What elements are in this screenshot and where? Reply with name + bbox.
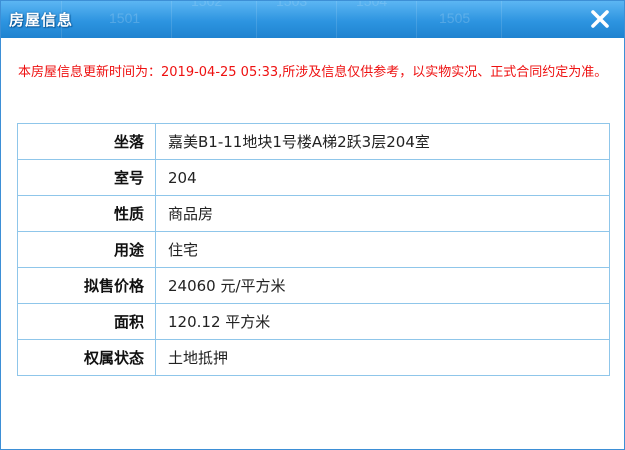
background-grid-line [171, 1, 172, 38]
row-label-price: 拟售价格 [17, 267, 156, 304]
row-label-ownership-status: 权属状态 [17, 339, 156, 376]
update-notice: 本房屋信息更新时间为：2019-04-25 05:33,所涉及信息仅供参考，以实… [18, 65, 608, 80]
dialog-title-bar: 1501 1502 1503 1504 1505 房屋信息 [1, 1, 624, 38]
background-grid-line [336, 1, 337, 38]
row-label-area: 面积 [17, 303, 156, 340]
property-info-dialog: 1501 1502 1503 1504 1505 房屋信息 本房屋信息更新时间为… [0, 0, 625, 450]
background-unit-number: 1501 [109, 10, 141, 26]
row-label-property-type: 性质 [17, 195, 156, 232]
background-unit-number: 1502 [191, 1, 223, 9]
background-grid-line [501, 1, 502, 38]
row-value-usage: 住宅 [155, 231, 610, 268]
table-row: 坐落 嘉美B1-11地块1号楼A梯2跃3层204室 [17, 123, 610, 160]
table-row: 室号 204 [17, 159, 610, 196]
row-value-room-number: 204 [155, 159, 610, 196]
row-label-room-number: 室号 [17, 159, 156, 196]
row-label-usage: 用途 [17, 231, 156, 268]
background-unit-grid: 1501 1502 1503 1504 1505 [1, 1, 624, 38]
background-unit-number: 1504 [356, 1, 388, 9]
table-row: 性质 商品房 [17, 195, 610, 232]
row-value-property-type: 商品房 [155, 195, 610, 232]
close-icon [591, 10, 609, 28]
table-row: 面积 120.12 平方米 [17, 303, 610, 340]
property-info-table: 坐落 嘉美B1-11地块1号楼A梯2跃3层204室 室号 204 性质 商品房 … [17, 123, 610, 376]
background-unit-number: 1505 [439, 10, 471, 26]
row-value-price: 24060 元/平方米 [155, 267, 610, 304]
background-grid-line [416, 1, 417, 38]
row-value-area: 120.12 平方米 [155, 303, 610, 340]
row-label-location: 坐落 [17, 123, 156, 160]
row-value-ownership-status: 土地抵押 [155, 339, 610, 376]
close-button[interactable] [588, 7, 612, 31]
background-unit-number: 1503 [276, 1, 308, 9]
table-row: 用途 住宅 [17, 231, 610, 268]
dialog-title: 房屋信息 [9, 11, 74, 29]
background-grid-line [256, 1, 257, 38]
table-row: 权属状态 土地抵押 [17, 339, 610, 376]
table-row: 拟售价格 24060 元/平方米 [17, 267, 610, 304]
row-value-location: 嘉美B1-11地块1号楼A梯2跃3层204室 [155, 123, 610, 160]
